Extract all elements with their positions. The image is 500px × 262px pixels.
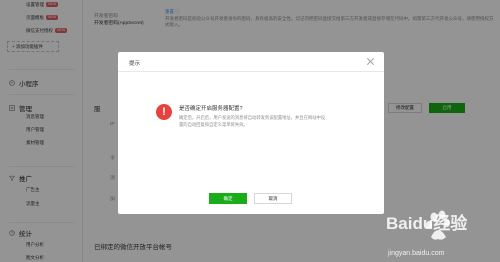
confirm-button[interactable]: 确定 xyxy=(209,193,247,204)
cancel-button[interactable]: 取消 xyxy=(254,193,292,204)
divider xyxy=(118,71,384,72)
dialog-title: 提示 xyxy=(129,61,141,67)
close-icon[interactable] xyxy=(366,57,375,66)
warning-icon: ! xyxy=(156,104,172,120)
confirm-dialog: 提示 ! 是否确定开启服务器配置? 确定后，开启后，用户发送的消息将自动转发到该… xyxy=(118,52,384,214)
dialog-question: 是否确定开启服务器配置? xyxy=(179,106,243,112)
dialog-detail: 确定后，开启后，用户发送的消息将自动转发到该配置地址，并且在网站中设置的自动回复… xyxy=(179,115,326,127)
watermark-brand: Baidu经验 xyxy=(386,213,468,233)
watermark-url: jingyan.baidu.com xyxy=(388,250,445,257)
